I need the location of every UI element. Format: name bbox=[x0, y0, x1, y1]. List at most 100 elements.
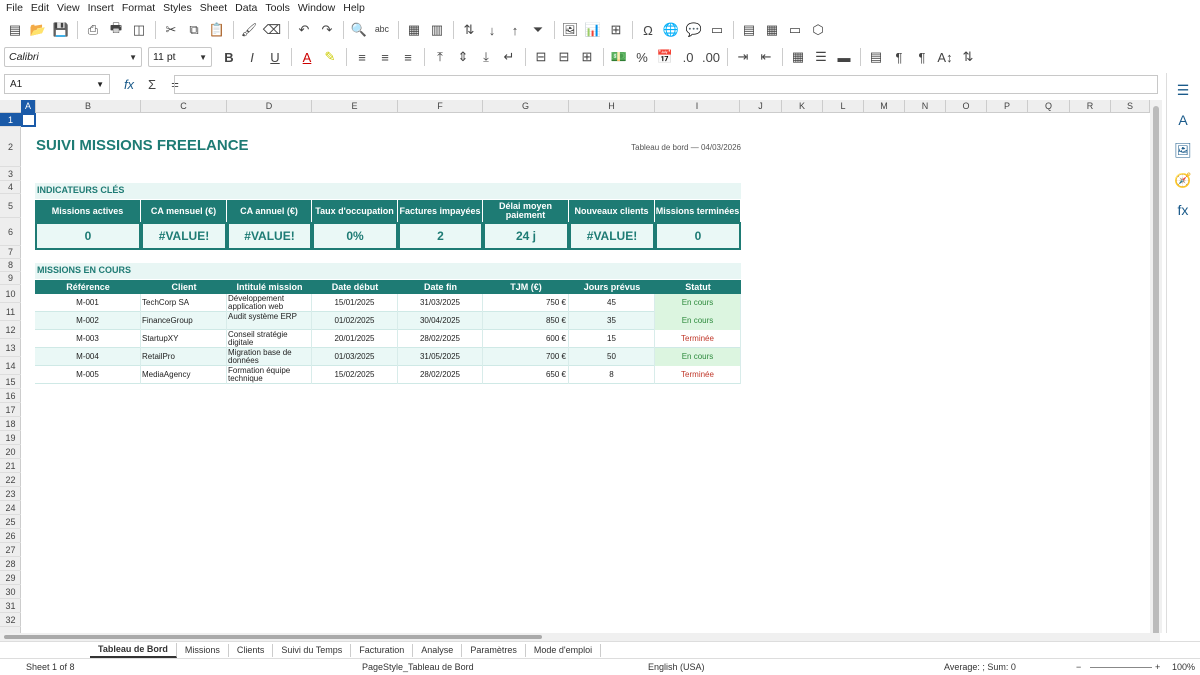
row-header[interactable]: 1 bbox=[0, 113, 21, 127]
cut-icon[interactable]: ✂ bbox=[160, 19, 182, 41]
menu-item-edit[interactable]: Edit bbox=[27, 0, 53, 17]
sum-icon[interactable]: Σ bbox=[141, 73, 163, 95]
text-orientation-icon[interactable]: A↕ bbox=[934, 46, 956, 68]
row-header[interactable]: 25 bbox=[0, 515, 21, 529]
column-header[interactable]: B bbox=[36, 100, 141, 113]
zoom-in-icon[interactable]: + bbox=[1155, 662, 1160, 672]
paste-icon[interactable]: 📋 bbox=[206, 19, 228, 41]
tab-sheet[interactable]: Suivi du Temps bbox=[273, 643, 352, 657]
name-box[interactable]: A1 ▼ bbox=[4, 74, 110, 94]
row-header[interactable]: 5 bbox=[0, 194, 21, 218]
column-header[interactable]: H bbox=[569, 100, 655, 113]
row-header[interactable]: 12 bbox=[0, 321, 21, 339]
properties-icon[interactable]: ☰ bbox=[1172, 79, 1194, 101]
undo-icon[interactable]: ↶ bbox=[293, 19, 315, 41]
row-header[interactable]: 3 bbox=[0, 167, 21, 181]
column-header[interactable]: P bbox=[987, 100, 1028, 113]
export-pdf-icon[interactable]: ⎙ bbox=[82, 19, 104, 41]
navigator-icon[interactable]: 🧭 bbox=[1172, 169, 1194, 191]
percent-format-icon[interactable]: % bbox=[631, 46, 653, 68]
row-header[interactable]: 28 bbox=[0, 557, 21, 571]
zoom-out-icon[interactable]: − bbox=[1076, 662, 1081, 672]
column-header[interactable]: L bbox=[823, 100, 864, 113]
align-left-icon[interactable]: ≡ bbox=[351, 46, 373, 68]
column-header[interactable]: E bbox=[312, 100, 398, 113]
column-header[interactable]: R bbox=[1070, 100, 1111, 113]
menu-item-window[interactable]: Window bbox=[294, 0, 339, 17]
text-stacked-icon[interactable]: ⇅ bbox=[957, 46, 979, 68]
function-wizard-icon[interactable]: fx bbox=[118, 73, 140, 95]
sort-icon[interactable]: ⇅ bbox=[458, 19, 480, 41]
row-header[interactable]: 23 bbox=[0, 487, 21, 501]
wrap-text-icon[interactable]: ↵ bbox=[498, 46, 520, 68]
redo-icon[interactable]: ↷ bbox=[316, 19, 338, 41]
row-header[interactable]: 17 bbox=[0, 403, 21, 417]
pivot-table-icon[interactable]: ⊞ bbox=[605, 19, 627, 41]
column-header[interactable]: J bbox=[740, 100, 782, 113]
decrease-indent-icon[interactable]: ⇤ bbox=[755, 46, 777, 68]
vertical-scrollbar[interactable] bbox=[1150, 100, 1162, 636]
styles-icon[interactable]: A bbox=[1172, 109, 1194, 131]
align-bottom-icon[interactable]: ⤓ bbox=[475, 46, 497, 68]
column-header[interactable]: S bbox=[1111, 100, 1150, 113]
save-icon[interactable]: 💾 bbox=[50, 19, 72, 41]
row-header[interactable]: 29 bbox=[0, 571, 21, 585]
find-replace-icon[interactable]: 🔍 bbox=[348, 19, 370, 41]
row-header[interactable]: 18 bbox=[0, 417, 21, 431]
open-icon[interactable]: 📂 bbox=[27, 19, 49, 41]
menu-item-format[interactable]: Format bbox=[118, 0, 159, 17]
text-direction-ltr-icon[interactable]: ¶ bbox=[888, 46, 910, 68]
add-decimal-icon[interactable]: .0 bbox=[677, 46, 699, 68]
border-style-icon[interactable]: ☰ bbox=[810, 46, 832, 68]
row-header[interactable]: 4 bbox=[0, 181, 21, 194]
align-middle-icon[interactable]: ⇕ bbox=[452, 46, 474, 68]
gallery-icon[interactable]: 🖼 bbox=[1172, 139, 1194, 161]
row-header[interactable]: 16 bbox=[0, 389, 21, 403]
column-header[interactable]: N bbox=[905, 100, 946, 113]
column-header[interactable]: C bbox=[141, 100, 227, 113]
row-header[interactable]: 7 bbox=[0, 246, 21, 259]
column-header[interactable]: F bbox=[398, 100, 483, 113]
currency-format-icon[interactable]: 💵 bbox=[608, 46, 630, 68]
row-header[interactable]: 15 bbox=[0, 375, 21, 389]
print-icon[interactable]: 🖶 bbox=[105, 19, 127, 41]
row-header[interactable]: 19 bbox=[0, 431, 21, 445]
italic-icon[interactable]: I bbox=[241, 46, 263, 68]
row-header[interactable]: 31 bbox=[0, 599, 21, 613]
chart-icon[interactable]: 📊 bbox=[582, 19, 604, 41]
spreadsheet-grid[interactable]: SUIVI MISSIONS FREELANCE Tableau de bord… bbox=[21, 113, 1150, 633]
row-header[interactable]: 24 bbox=[0, 501, 21, 515]
text-direction-rtl-icon[interactable]: ¶ bbox=[911, 46, 933, 68]
menu-item-styles[interactable]: Styles bbox=[159, 0, 196, 17]
unmerge-cells-icon[interactable]: ⊞ bbox=[576, 46, 598, 68]
comment-icon[interactable]: 💬 bbox=[683, 19, 705, 41]
tab-sheet[interactable]: Analyse bbox=[413, 643, 463, 657]
increase-indent-icon[interactable]: ⇥ bbox=[732, 46, 754, 68]
functions-icon[interactable]: fx bbox=[1172, 199, 1194, 221]
horizontal-scrollbar-thumb[interactable] bbox=[4, 635, 542, 639]
tab-sheet[interactable]: Missions bbox=[177, 643, 229, 657]
row-header[interactable]: 11 bbox=[0, 303, 21, 321]
tab-sheet[interactable]: Clients bbox=[229, 643, 274, 657]
column-header[interactable]: Q bbox=[1028, 100, 1070, 113]
column-header[interactable]: D bbox=[227, 100, 312, 113]
row-header[interactable]: 27 bbox=[0, 543, 21, 557]
conditional-format-icon[interactable]: ▤ bbox=[865, 46, 887, 68]
border-color-icon[interactable]: ▬ bbox=[833, 46, 855, 68]
highlight-color-icon[interactable]: ✎ bbox=[319, 46, 341, 68]
vertical-scrollbar-thumb[interactable] bbox=[1153, 106, 1159, 636]
clone-formatting-icon[interactable]: 🖌 bbox=[238, 19, 260, 41]
row-header[interactable]: 2 bbox=[0, 127, 21, 167]
horizontal-scrollbar[interactable] bbox=[0, 633, 1160, 641]
row-header[interactable]: 21 bbox=[0, 459, 21, 473]
date-format-icon[interactable]: 📅 bbox=[654, 46, 676, 68]
print-preview-icon[interactable]: ◫ bbox=[128, 19, 150, 41]
column-header[interactable]: K bbox=[782, 100, 823, 113]
row-icon[interactable]: ▦ bbox=[403, 19, 425, 41]
row-header[interactable]: 13 bbox=[0, 339, 21, 357]
row-header[interactable]: 26 bbox=[0, 529, 21, 543]
show-draw-functions-icon[interactable]: ⬡ bbox=[807, 19, 829, 41]
row-header[interactable]: 32 bbox=[0, 613, 21, 627]
align-center-icon[interactable]: ≡ bbox=[374, 46, 396, 68]
underline-icon[interactable]: U bbox=[264, 46, 286, 68]
